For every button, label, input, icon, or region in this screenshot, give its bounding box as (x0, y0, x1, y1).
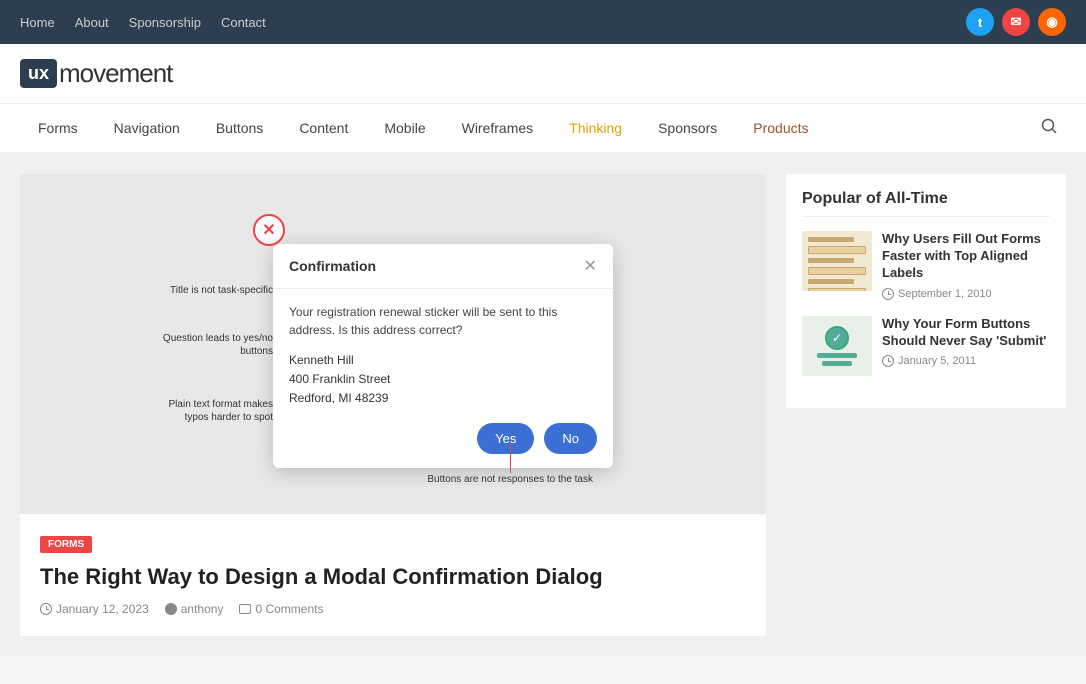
article-date-meta: January 12, 2023 (40, 602, 149, 616)
check-bar-2 (822, 361, 852, 366)
user-icon (165, 603, 177, 615)
article-comments: 0 Comments (255, 602, 323, 616)
clock-icon-sidebar-2 (882, 355, 894, 367)
sidebar-thumb-1 (802, 231, 872, 291)
form-bars-graphic (802, 231, 872, 291)
search-icon[interactable] (1032, 109, 1066, 148)
sidebar: Popular of All-Time (786, 174, 1066, 636)
cat-wireframes[interactable]: Wireframes (444, 104, 552, 152)
logo-box: ux (20, 59, 57, 88)
modal-close-button[interactable]: ✕ (584, 256, 597, 276)
sidebar-date-1: September 1, 2010 (898, 288, 992, 300)
diagram-container: ✕ Title is not task-specific Question le… (143, 194, 643, 494)
annotation-2: Question leads to yes/no buttons (143, 332, 273, 358)
rss-icon[interactable]: ◉ (1038, 8, 1066, 36)
no-button[interactable]: No (544, 423, 597, 454)
sidebar-date-2: January 5, 2011 (898, 355, 976, 367)
comment-icon (239, 604, 251, 614)
address-name: Kenneth Hill (289, 351, 597, 370)
sidebar-item-2-date: January 5, 2011 (882, 355, 1050, 367)
annotation-line-4 (510, 443, 511, 473)
annotation-3-text: Plain text format makes typos harder to … (169, 399, 273, 423)
annotation-2-text: Question leads to yes/no buttons (163, 333, 273, 357)
annotation-1: Title is not task-specific (143, 284, 273, 297)
cat-nav-links: Forms Navigation Buttons Content Mobile … (20, 104, 1032, 152)
clock-icon (40, 603, 52, 615)
top-nav-links: Home About Sponsorship Contact (20, 15, 266, 30)
sidebar-item-1[interactable]: Why Users Fill Out Forms Faster with Top… (802, 231, 1050, 300)
annotation-4-text: Buttons are not responses to the task (427, 474, 593, 485)
sidebar-item-2[interactable]: ✓ Why Your Form Buttons Should Never Say… (802, 316, 1050, 376)
top-navigation: Home About Sponsorship Contact t ✉ ◉ (0, 0, 1086, 44)
logo-area: ux movement (0, 44, 1086, 104)
twitter-icon[interactable]: t (966, 8, 994, 36)
cat-mobile[interactable]: Mobile (366, 104, 443, 152)
annotation-4: Buttons are not responses to the task (427, 473, 593, 486)
site-logo[interactable]: ux movement (20, 58, 1066, 89)
sidebar-item-1-date: September 1, 2010 (882, 288, 1050, 300)
address-city: Redford, MI 48239 (289, 389, 597, 408)
email-icon[interactable]: ✉ (1002, 8, 1030, 36)
article-area: ✕ Title is not task-specific Question le… (20, 174, 766, 636)
yes-button[interactable]: Yes (477, 423, 534, 454)
article-tag[interactable]: FORMS (40, 536, 92, 553)
logo-text: movement (59, 58, 172, 89)
article-title: The Right Way to Design a Modal Confirma… (40, 563, 746, 592)
sidebar-popular-title: Popular of All-Time (802, 190, 1050, 217)
modal-address: Kenneth Hill 400 Franklin Street Redford… (289, 351, 597, 409)
cat-forms[interactable]: Forms (20, 104, 96, 152)
sidebar-thumb-2: ✓ (802, 316, 872, 376)
cat-products[interactable]: Products (735, 104, 826, 152)
annotation-1-text: Title is not task-specific (170, 285, 273, 296)
article-content: FORMS The Right Way to Design a Modal Co… (20, 514, 766, 636)
address-street: 400 Franklin Street (289, 370, 597, 389)
check-bar-1 (817, 353, 857, 358)
main-container: ✕ Title is not task-specific Question le… (0, 154, 1086, 656)
sidebar-item-2-text: Why Your Form Buttons Should Never Say '… (882, 316, 1050, 368)
sidebar-popular: Popular of All-Time (786, 174, 1066, 408)
nav-sponsorship[interactable]: Sponsorship (129, 15, 201, 30)
modal-header: Confirmation ✕ (273, 244, 613, 289)
article-meta: January 12, 2023 anthony 0 Comments (40, 602, 746, 616)
category-navigation: Forms Navigation Buttons Content Mobile … (0, 104, 1086, 154)
checkmark-graphic: ✓ (813, 322, 861, 370)
nav-about[interactable]: About (75, 15, 109, 30)
sidebar-item-1-title: Why Users Fill Out Forms Faster with Top… (882, 231, 1050, 282)
sidebar-item-1-text: Why Users Fill Out Forms Faster with Top… (882, 231, 1050, 300)
modal-dialog: Confirmation ✕ Your registration renewal… (273, 244, 613, 468)
annotation-3: Plain text format makes typos harder to … (143, 398, 273, 424)
article-date: January 12, 2023 (56, 602, 149, 616)
article-comments-meta: 0 Comments (239, 602, 323, 616)
annotations-left: Title is not task-specific Question lead… (143, 244, 273, 424)
modal-question: Your registration renewal sticker will b… (289, 303, 597, 339)
social-icons: t ✉ ◉ (966, 8, 1066, 36)
sidebar-item-2-title: Why Your Form Buttons Should Never Say '… (882, 316, 1050, 350)
cat-buttons[interactable]: Buttons (198, 104, 281, 152)
cat-thinking[interactable]: Thinking (551, 104, 640, 152)
cat-navigation[interactable]: Navigation (96, 104, 198, 152)
modal-title: Confirmation (289, 258, 376, 274)
article-image: ✕ Title is not task-specific Question le… (20, 174, 766, 514)
nav-home[interactable]: Home (20, 15, 55, 30)
bad-example-marker: ✕ (253, 214, 285, 246)
modal-body: Your registration renewal sticker will b… (273, 289, 613, 468)
clock-icon-sidebar-1 (882, 288, 894, 300)
article-author-meta: anthony (165, 602, 224, 616)
check-circle: ✓ (825, 326, 849, 350)
nav-contact[interactable]: Contact (221, 15, 266, 30)
cat-content[interactable]: Content (281, 104, 366, 152)
article-author: anthony (181, 602, 224, 616)
modal-buttons: Yes No (289, 423, 597, 454)
cat-sponsors[interactable]: Sponsors (640, 104, 735, 152)
